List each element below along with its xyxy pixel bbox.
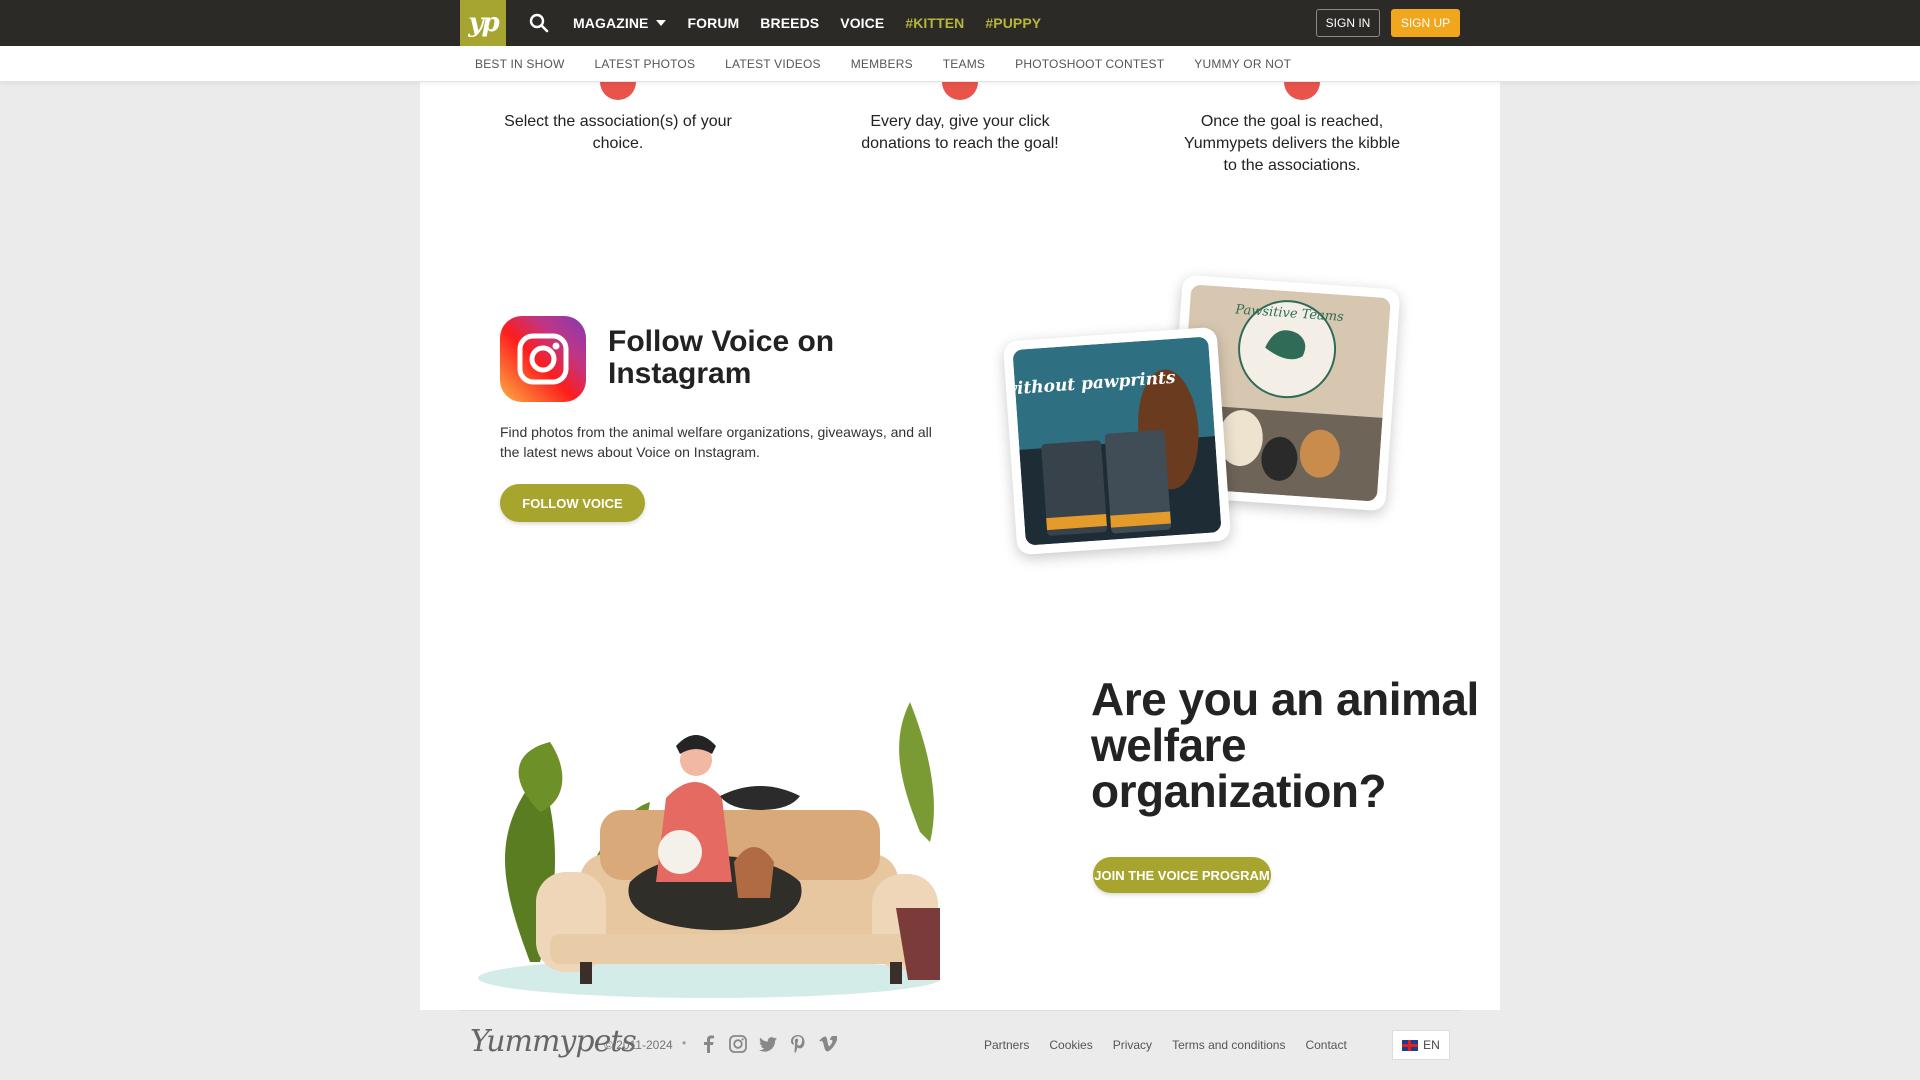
nav-magazine[interactable]: MAGAZINE (573, 15, 667, 31)
subnav-yummy-or-not[interactable]: YUMMY OR NOT (1194, 57, 1291, 71)
couch-pets-illustration (478, 702, 940, 998)
step-3-text: Once the goal is reached, Yummypets deli… (1183, 113, 1401, 174)
nav-voice[interactable]: VOICE (840, 15, 884, 31)
subnav-teams[interactable]: TEAMS (943, 57, 985, 71)
nav-breeds[interactable]: BREEDS (760, 15, 819, 31)
vimeo-icon[interactable] (818, 1034, 838, 1054)
facebook-icon[interactable] (698, 1034, 718, 1054)
subnav-best-in-show[interactable]: BEST IN SHOW (475, 57, 565, 71)
secondary-navigation-bar: BEST IN SHOW LATEST PHOTOS LATEST VIDEOS… (0, 46, 1920, 82)
instagram-title: Follow Voice on Instagram (608, 325, 835, 390)
subnav-latest-photos[interactable]: LATEST PHOTOS (595, 57, 696, 71)
language-label: EN (1423, 1038, 1440, 1052)
organization-title: Are you an animal welfare organization? (1091, 673, 1479, 817)
twitter-icon[interactable] (758, 1034, 778, 1054)
nav-kitten[interactable]: #KITTEN (905, 15, 964, 31)
footer-link-partners[interactable]: Partners (984, 1038, 1029, 1052)
language-selector[interactable]: EN (1392, 1030, 1450, 1060)
footer-separator: • (682, 1036, 687, 1050)
join-voice-program-button[interactable]: JOIN THE VOICE PROGRAM (1093, 857, 1271, 893)
follow-voice-button[interactable]: FOLLOW VOICE (500, 484, 645, 522)
subnav-photoshoot-contest[interactable]: PHOTOSHOOT CONTEST (1015, 57, 1164, 71)
step-1-text: Select the association(s) of your choice… (504, 113, 732, 152)
sign-in-button[interactable]: SIGN IN (1316, 9, 1380, 37)
search-icon[interactable] (528, 12, 550, 34)
step-2-text: Every day, give your click donations to … (861, 113, 1059, 152)
top-navigation-bar: yp MAGAZINE FORUM BREEDS VOICE #KITTEN #… (0, 0, 1920, 46)
content-panel: Select the association(s) of your choice… (420, 64, 1500, 1010)
subnav-latest-videos[interactable]: LATEST VIDEOS (725, 57, 821, 71)
subnav-members[interactable]: MEMBERS (851, 57, 913, 71)
nav-puppy[interactable]: #PUPPY (985, 15, 1041, 31)
without-pawprints-photo: without pawprints (1002, 326, 1232, 556)
uk-flag-icon (1402, 1039, 1419, 1051)
nav-forum[interactable]: FORUM (687, 15, 739, 31)
chevron-down-icon[interactable] (656, 20, 667, 26)
instagram-logo-icon (500, 316, 586, 402)
footer-link-terms[interactable]: Terms and conditions (1172, 1038, 1285, 1052)
footer-link-cookies[interactable]: Cookies (1049, 1038, 1092, 1052)
yummypets-logo[interactable]: yp (460, 0, 506, 46)
instagram-description: Find photos from the animal welfare orga… (500, 424, 932, 460)
sign-up-button[interactable]: SIGN UP (1391, 9, 1460, 37)
main-nav: MAGAZINE FORUM BREEDS VOICE #KITTEN #PUP… (573, 0, 1062, 46)
footer-link-contact[interactable]: Contact (1305, 1038, 1346, 1052)
footer-copyright: © 2011-2024 (604, 1038, 673, 1052)
pinterest-icon[interactable] (788, 1034, 808, 1054)
instagram-icon[interactable] (728, 1034, 748, 1054)
secondary-nav: BEST IN SHOW LATEST PHOTOS LATEST VIDEOS… (475, 46, 1321, 82)
footer-divider (460, 1010, 1460, 1011)
footer-links: Partners Cookies Privacy Terms and condi… (984, 1038, 1367, 1052)
footer-link-privacy[interactable]: Privacy (1113, 1038, 1152, 1052)
